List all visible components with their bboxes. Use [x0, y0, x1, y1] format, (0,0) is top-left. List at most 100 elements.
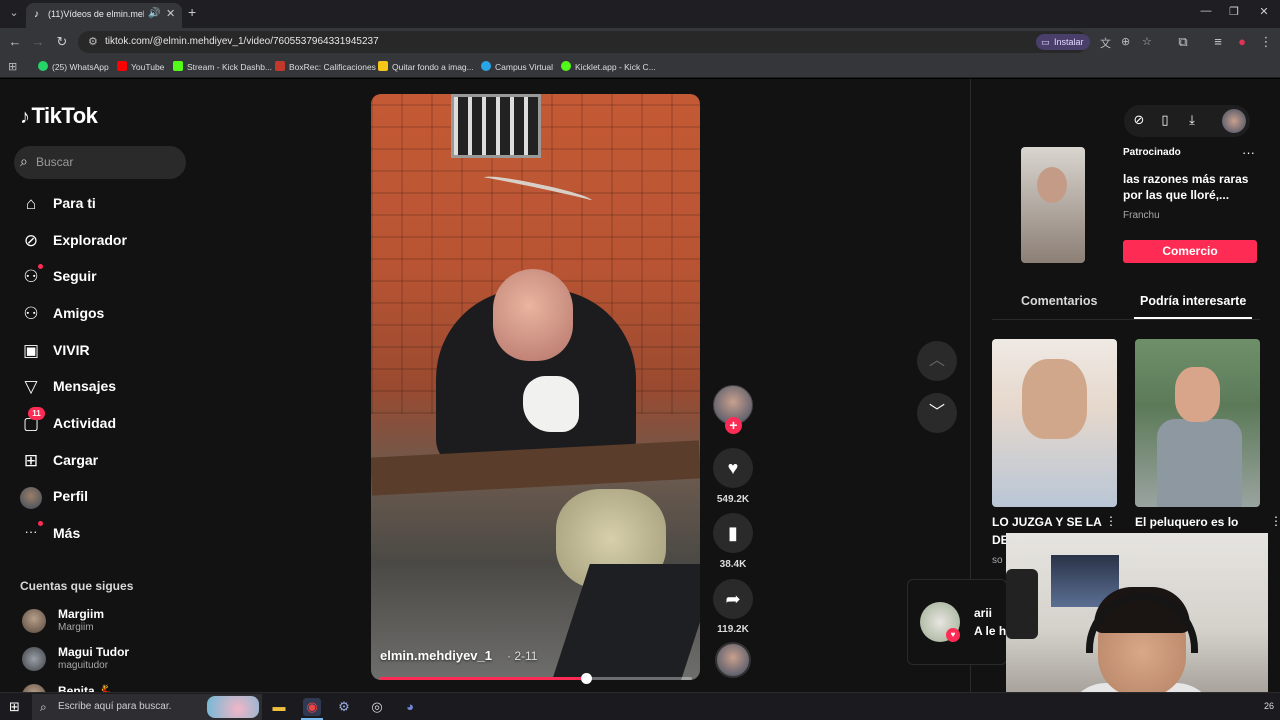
- tiktok-note-icon: ♪: [20, 106, 30, 128]
- video-progress-bar[interactable]: [380, 673, 692, 684]
- nav-more[interactable]: ··· Más: [20, 520, 190, 550]
- tab-search-icon[interactable]: ⌄: [6, 5, 22, 21]
- logo-text: TikTok: [31, 103, 98, 128]
- bookmark-whatsapp[interactable]: (25) WhatsApp: [38, 61, 109, 72]
- tiktok-logo[interactable]: ♪TikTok: [20, 103, 98, 129]
- music-disc-avatar[interactable]: [715, 642, 751, 678]
- ad-thumbnail[interactable]: [1021, 147, 1085, 263]
- search-input[interactable]: [36, 152, 176, 172]
- ad-cta-button[interactable]: Comercio: [1123, 240, 1257, 263]
- clock: 26: [1264, 701, 1275, 711]
- apps-grid-icon[interactable]: ⊞: [8, 60, 17, 73]
- reload-icon[interactable]: ↻: [54, 34, 70, 50]
- nav-following[interactable]: ⚇ Seguir: [20, 263, 190, 293]
- tab-close-icon[interactable]: ✕: [166, 7, 175, 20]
- translate-icon[interactable]: 文: [1100, 35, 1111, 51]
- suggested-video-title[interactable]: El peluquero es lo: [1135, 515, 1253, 529]
- windows-start-icon[interactable]: ⊞: [9, 699, 20, 715]
- nav-activity[interactable]: ▢ 11 Actividad: [20, 407, 190, 440]
- account-handle: Margiim: [58, 622, 94, 633]
- suggested-video-thumb[interactable]: [1135, 339, 1260, 507]
- bookmark-kick-dashboard[interactable]: Stream - Kick Dashb...: [173, 61, 272, 72]
- browser-tab[interactable]: ♪ (11)Vídeos de elmin.mehdiy... 🔊 ✕: [26, 3, 182, 28]
- follow-plus-icon[interactable]: +: [725, 417, 742, 434]
- bookmark-label: Stream - Kick Dashb...: [187, 62, 273, 72]
- nav-explore[interactable]: ⊘ Explorador: [20, 227, 190, 257]
- file-explorer-icon[interactable]: ▬: [270, 698, 288, 716]
- following-account[interactable]: Magui Tudor maguitudor: [20, 643, 190, 677]
- bookmark-kicklet[interactable]: Kicklet.app - Kick C...: [561, 61, 656, 72]
- avatar: [22, 684, 46, 692]
- bookmark-boxrec[interactable]: BoxRec: Calificaciones: [275, 61, 376, 72]
- chrome-icon[interactable]: ◉: [303, 698, 321, 716]
- following-account[interactable]: Benita 💃: [20, 680, 190, 692]
- audio-playing-icon[interactable]: 🔊: [148, 8, 160, 19]
- mobile-icon[interactable]: ▯: [1156, 112, 1174, 128]
- share-button[interactable]: ➦: [713, 579, 753, 619]
- avatar[interactable]: [1222, 109, 1246, 133]
- steam-icon[interactable]: ⚙: [335, 698, 353, 716]
- nav-label: VIVIR: [53, 342, 90, 358]
- activity-notification[interactable]: ♥ arii A le h: [907, 579, 1007, 665]
- site-info-icon[interactable]: ⚙: [88, 35, 98, 48]
- download-icon[interactable]: ⤓: [1183, 112, 1201, 128]
- compass-icon[interactable]: ⊘: [1130, 112, 1148, 128]
- minimize-icon[interactable]: —: [1196, 5, 1216, 17]
- video-author[interactable]: elmin.mehdiyev_1: [380, 648, 492, 663]
- bookmark-campus-virtual[interactable]: Campus Virtual: [481, 61, 553, 72]
- like-button[interactable]: ♥: [713, 448, 753, 488]
- bookmark-star-icon[interactable]: ☆: [1142, 35, 1152, 48]
- tab-comments[interactable]: Comentarios: [1021, 294, 1097, 308]
- windows-taskbar: ⊞ ⌕ Escribe aquí para buscar. ▬ ◉ ⚙ ◎ ◕ …: [0, 692, 1280, 720]
- kicklet-icon: [561, 61, 571, 71]
- tab-might-like[interactable]: Podría interesarte: [1140, 294, 1246, 308]
- more-options-icon[interactable]: ⋮: [1270, 514, 1280, 528]
- tiktok-favicon-icon: ♪: [34, 9, 39, 20]
- video-progress-handle[interactable]: [580, 673, 592, 684]
- new-tab-icon[interactable]: +: [188, 4, 196, 20]
- nav-friends[interactable]: ⚇ Amigos: [20, 300, 190, 330]
- activity-badge: 11: [28, 407, 45, 420]
- bookmark-label: Quitar fondo a imag...: [392, 62, 474, 72]
- media-controls-icon[interactable]: ≡: [1210, 34, 1226, 49]
- restore-icon[interactable]: ❐: [1224, 5, 1244, 18]
- profile-icon[interactable]: ●: [1234, 34, 1250, 49]
- browser-menu-icon[interactable]: ⋮: [1258, 34, 1274, 50]
- zoom-icon[interactable]: ⊕: [1121, 35, 1130, 48]
- nav-upload[interactable]: ⊞ Cargar: [20, 447, 190, 477]
- obs-icon[interactable]: ◎: [368, 698, 386, 716]
- nav-live[interactable]: ▣ VIVIR: [20, 337, 190, 367]
- back-icon[interactable]: ←: [7, 34, 23, 49]
- ad-title[interactable]: las razones más raras por las que lloré,…: [1123, 171, 1253, 203]
- next-video-button[interactable]: ﹀: [917, 393, 957, 433]
- kick-icon: [173, 61, 183, 71]
- bookmark-remove-bg[interactable]: Quitar fondo a imag...: [378, 61, 474, 72]
- more-options-icon[interactable]: ⋮: [1105, 514, 1117, 528]
- video-player[interactable]: [371, 94, 700, 680]
- install-app-button[interactable]: ▭ Instalar: [1036, 34, 1090, 50]
- video-frame-window: [451, 94, 541, 158]
- discord-icon[interactable]: ◕: [401, 698, 419, 716]
- taskbar-search[interactable]: ⌕ Escribe aquí para buscar.: [32, 694, 262, 720]
- search-icon[interactable]: ⌕: [20, 153, 28, 170]
- nav-messages[interactable]: ▽ Mensajes: [20, 373, 190, 403]
- following-account[interactable]: Margiim Margiim: [20, 605, 190, 639]
- save-button[interactable]: ▮: [713, 513, 753, 553]
- nav-profile[interactable]: Perfil: [20, 483, 190, 513]
- suggested-video-thumb[interactable]: [992, 339, 1117, 507]
- forward-icon[interactable]: →: [30, 34, 46, 49]
- taskbar-search-placeholder: Escribe aquí para buscar.: [58, 701, 172, 712]
- ad-brand[interactable]: Franchu: [1123, 210, 1160, 221]
- account-name: Magui Tudor: [58, 645, 130, 659]
- suggested-video-title[interactable]: LO JUZGA Y SE LA: [992, 515, 1102, 529]
- nav-for-you[interactable]: ⌂ Para ti: [20, 190, 190, 220]
- extensions-icon[interactable]: ⧉: [1175, 34, 1191, 50]
- boxrec-icon: [275, 61, 285, 71]
- previous-video-button[interactable]: ︿: [917, 341, 957, 381]
- more-options-icon[interactable]: ···: [1242, 145, 1255, 160]
- address-bar[interactable]: ⚙ tiktok.com/@elmin.mehdiyev_1/video/760…: [78, 31, 1152, 53]
- share-count: 119.2K: [717, 624, 749, 635]
- bookmark-youtube[interactable]: YouTube: [117, 61, 164, 72]
- window-close-icon[interactable]: ✕: [1254, 5, 1274, 18]
- avatar: [20, 487, 42, 509]
